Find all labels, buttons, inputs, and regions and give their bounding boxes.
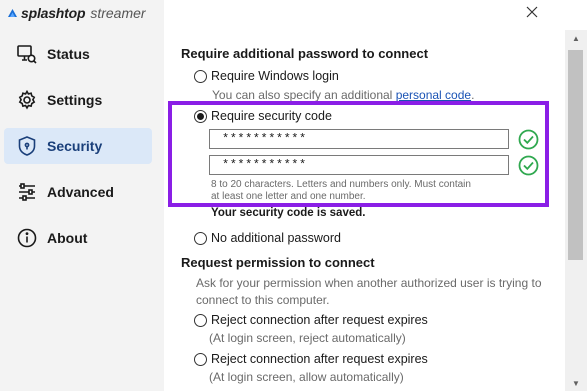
app-logo: splashtop streamer [6,4,146,22]
hint-suffix: . [471,88,475,102]
sidebar-item-label: Status [47,46,90,62]
permission-description: connect to this computer. [196,293,330,307]
status-icon [15,42,39,66]
sidebar-item-label: Security [47,138,103,154]
radio-windows-login[interactable]: Require Windows login [194,68,339,84]
radio-label: Reject connection after request expires [211,313,428,327]
code-requirements: 8 to 20 characters. Letters and numbers … [211,179,511,203]
personal-code-link[interactable]: personal code [396,88,471,102]
permission-description: Ask for your permission when another aut… [196,276,542,290]
radio-button[interactable] [194,109,207,123]
scrollbar[interactable]: ▲ ▼ [565,30,587,391]
radio-label: Reject connection after request expires [211,352,428,366]
sidebar-item-about[interactable]: About [4,220,152,256]
security-code-input[interactable]: *********** [209,129,509,149]
scroll-down-arrow-icon[interactable]: ▼ [565,375,587,391]
radio-button[interactable] [194,231,207,245]
option-sublabel: (At login screen, allow automatically) [209,370,404,384]
brand-name: splashtop [21,5,86,21]
radio-reject-expire-1[interactable]: Reject connection after request expires [194,312,428,328]
radio-label: No additional password [211,231,341,245]
sidebar-item-settings[interactable]: Settings [4,82,152,118]
scroll-thumb[interactable] [568,50,583,260]
sliders-icon [15,180,39,204]
sidebar-item-security[interactable]: Security [4,128,152,164]
radio-button[interactable] [194,69,207,83]
radio-button[interactable] [194,352,207,366]
hint-text: You can also specify an additional [212,88,396,102]
sidebar-item-status[interactable]: Status [4,36,152,72]
sidebar: splashtop streamer Status Settings Secur… [0,0,164,391]
radio-security-code[interactable]: Require security code [194,108,332,124]
requirements-line: at least one letter and one number. [211,191,366,202]
sidebar-item-label: About [47,230,88,246]
radio-reject-expire-2[interactable]: Reject connection after request expires [194,351,428,367]
scroll-up-arrow-icon[interactable]: ▲ [565,30,587,46]
option-sublabel: (At login screen, reject automatically) [209,331,406,345]
check-icon [518,129,539,150]
section-title-password: Require additional password to connect [181,46,429,61]
check-icon [518,155,539,176]
section-title-permission: Request permission to connect [181,255,375,270]
shield-icon [15,134,39,158]
radio-label: Require Windows login [211,69,339,83]
radio-no-password[interactable]: No additional password [194,230,341,246]
sidebar-item-label: Settings [47,92,103,108]
saved-message: Your security code is saved. [211,207,366,219]
confirm-code-input[interactable]: *********** [209,155,509,175]
gear-icon [15,88,39,112]
sidebar-item-label: Advanced [47,184,114,200]
radio-button[interactable] [194,313,207,327]
requirements-line: 8 to 20 characters. Letters and numbers … [211,179,471,190]
info-icon [15,226,39,250]
personal-code-hint: You can also specify an additional perso… [212,88,474,102]
radio-label: Require security code [211,109,332,123]
product-name: streamer [90,5,146,21]
sidebar-item-advanced[interactable]: Advanced [4,174,152,210]
splashtop-logo-icon [8,8,17,17]
